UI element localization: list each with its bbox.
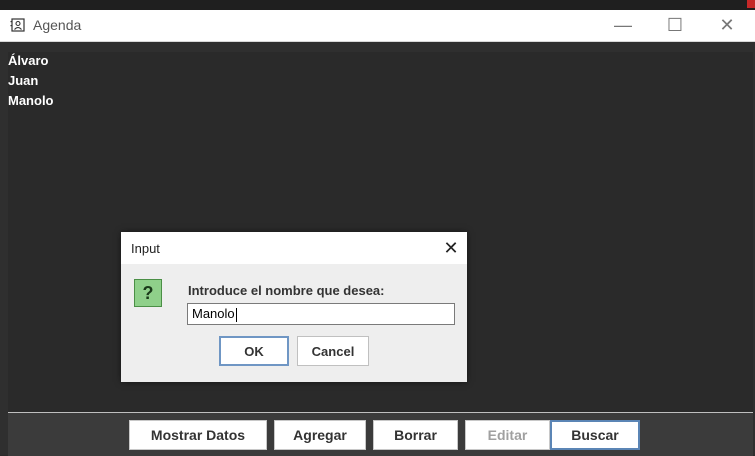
list-item[interactable]: Manolo (8, 92, 753, 112)
name-input[interactable]: Manolo (187, 303, 455, 325)
dialog-title-bar[interactable]: Input ✕ (121, 232, 467, 264)
button-bar: Mostrar Datos Agregar Borrar Editar Busc… (8, 412, 753, 456)
name-input-value: Manolo (192, 306, 235, 321)
maximize-button[interactable]: ☐ (652, 10, 698, 41)
list-item[interactable]: Álvaro (8, 52, 753, 72)
window-title: Agenda (33, 17, 82, 33)
cancel-button[interactable]: Cancel (297, 336, 369, 366)
search-button[interactable]: Buscar (550, 420, 640, 450)
title-bar[interactable]: Agenda — ☐ ✕ (0, 10, 755, 42)
delete-button[interactable]: Borrar (373, 420, 458, 450)
add-button[interactable]: Agregar (274, 420, 366, 450)
show-data-button[interactable]: Mostrar Datos (129, 420, 267, 450)
ok-button[interactable]: OK (219, 336, 289, 366)
input-dialog: Input ✕ ? Introduce el nombre que desea:… (121, 232, 467, 382)
minimize-button[interactable]: — (600, 10, 646, 41)
list-item[interactable]: Juan (8, 72, 753, 92)
background-accent (747, 0, 755, 8)
dialog-prompt: Introduce el nombre que desea: (188, 283, 385, 298)
background-strip (0, 0, 755, 10)
edit-button: Editar (465, 420, 550, 450)
dialog-title: Input (131, 241, 160, 256)
text-caret (235, 307, 237, 322)
close-button[interactable]: ✕ (704, 10, 750, 41)
question-icon: ? (134, 279, 162, 307)
dialog-close-button[interactable]: ✕ (435, 232, 467, 264)
app-icon (10, 18, 25, 32)
